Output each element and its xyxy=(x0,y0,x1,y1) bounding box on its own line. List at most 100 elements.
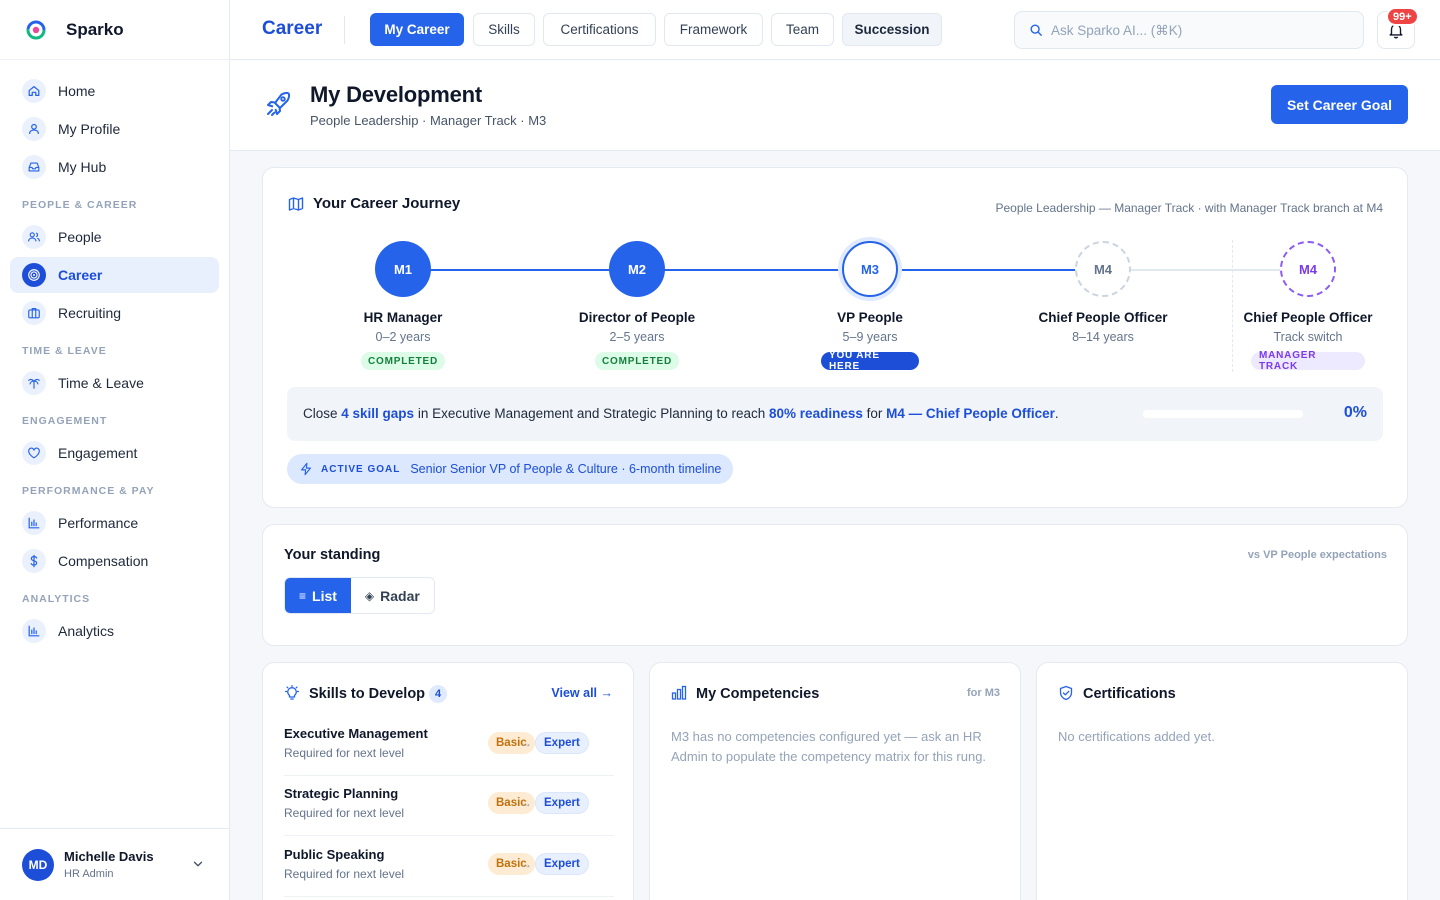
sidebar-item-label: My Profile xyxy=(58,121,121,137)
sidebar-item-recruiting[interactable]: Recruiting xyxy=(10,295,219,331)
arrow-right-icon: → xyxy=(520,796,532,810)
dollar-icon xyxy=(22,549,46,573)
map-icon xyxy=(288,197,304,211)
view-toggle: ≡ List ◈ Radar xyxy=(284,577,435,614)
step-years: 5–9 years xyxy=(842,330,898,344)
skill-name: Strategic Planning xyxy=(284,786,399,801)
competencies-card: My Competencies for M3 M3 has no compete… xyxy=(649,662,1021,900)
sidebar-item-people[interactable]: People xyxy=(10,219,219,255)
sidebar-item-label: Recruiting xyxy=(58,305,122,321)
track-line-completed xyxy=(403,269,1103,271)
skill-row[interactable]: Executive Management Required for next l… xyxy=(284,716,614,776)
track-line-future xyxy=(1103,269,1307,271)
users-icon xyxy=(22,225,46,249)
arrow-right-icon: → xyxy=(520,736,532,750)
step-node-m3[interactable]: M3 xyxy=(842,241,898,297)
set-career-goal-button[interactable]: Set Career Goal xyxy=(1271,85,1408,124)
avatar: MD xyxy=(22,848,54,881)
text: Close xyxy=(303,406,342,421)
skill-row[interactable]: Strategic Planning Required for next lev… xyxy=(284,776,614,836)
inbox-icon xyxy=(22,155,46,179)
journey-title: Your Career Journey xyxy=(313,195,461,212)
briefcase-icon xyxy=(22,301,46,325)
step-node-m4-branch[interactable]: M4 xyxy=(1280,241,1336,297)
shield-check-icon xyxy=(1059,685,1073,701)
tab-certifications[interactable]: Certifications xyxy=(543,13,656,46)
step-node-m2[interactable]: M2 xyxy=(609,241,665,297)
bar-chart-icon xyxy=(671,685,687,700)
search-input[interactable] xyxy=(1051,22,1341,38)
skills-title: Skills to Develop xyxy=(309,686,426,702)
target-level-badge: Expert xyxy=(535,732,589,754)
active-goal-chip[interactable]: Active Goal Senior Senior VP of People &… xyxy=(287,454,734,484)
sidebar-item-compensation[interactable]: Compensation xyxy=(10,543,219,579)
search-icon xyxy=(1030,24,1042,36)
page-title: My Development xyxy=(310,82,483,107)
section-title-performance-pay: Performance & Pay xyxy=(22,485,155,497)
tab-my-career[interactable]: My Career xyxy=(370,13,464,46)
status-badge-completed: Completed xyxy=(361,352,445,370)
user-icon xyxy=(22,117,46,141)
toggle-label: List xyxy=(312,587,337,604)
lightning-icon xyxy=(301,462,311,476)
tab-skills[interactable]: Skills xyxy=(473,13,535,46)
sidebar-item-label: Career xyxy=(58,267,103,283)
lightbulb-icon xyxy=(284,685,300,700)
view-toggle-list[interactable]: ≡ List xyxy=(285,578,351,613)
search-bar[interactable] xyxy=(1014,11,1364,49)
view-all-link[interactable]: View all → xyxy=(551,686,613,700)
tab-team[interactable]: Team xyxy=(771,13,834,46)
heart-icon xyxy=(22,441,46,465)
skill-note: Required for next level xyxy=(284,867,405,881)
active-goal-text: Senior Senior VP of People & Culture · 6… xyxy=(410,462,722,476)
sidebar-item-label: Time & Leave xyxy=(58,375,144,391)
competencies-title: My Competencies xyxy=(696,686,820,702)
step-title: VP People xyxy=(837,310,903,325)
sidebar-item-performance[interactable]: Performance xyxy=(10,505,219,541)
notification-badge: 99+ xyxy=(1386,7,1419,26)
sidebar-nav: Home My Profile My Hub People & Career P… xyxy=(0,60,229,649)
target-icon xyxy=(22,263,46,287)
status-badge-manager-track: Manager Track xyxy=(1251,350,1365,372)
tab-succession[interactable]: Succession xyxy=(842,13,942,46)
view-toggle-radar[interactable]: ◈ Radar xyxy=(350,578,434,613)
list-icon: ≡ xyxy=(299,588,307,603)
competencies-empty-state: M3 has no competencies configured yet — … xyxy=(671,729,987,764)
target-level-badge: Expert xyxy=(535,853,589,875)
sidebar-item-label: Analytics xyxy=(58,623,115,639)
sidebar-item-home[interactable]: Home xyxy=(10,73,219,109)
sidebar: Sparko Home My Profile My Hub People & C… xyxy=(0,0,230,900)
target-level-badge: Expert xyxy=(535,792,589,814)
sidebar-item-career[interactable]: Career xyxy=(10,257,219,293)
readiness-text: Close 4 skill gaps in Executive Manageme… xyxy=(303,406,1059,421)
sidebar-item-analytics[interactable]: Analytics xyxy=(10,613,219,649)
readiness-progress-bar xyxy=(1143,410,1303,418)
certifications-card: Certifications No certifications added y… xyxy=(1036,662,1408,900)
user-info: Michelle Davis HR Admin xyxy=(64,849,154,880)
standing-card: Your standing vs VP People expectations … xyxy=(262,524,1408,646)
sidebar-item-label: Engagement xyxy=(58,445,138,461)
step-years: 8–14 years xyxy=(1072,330,1134,344)
tab-framework[interactable]: Framework xyxy=(664,13,763,46)
sidebar-item-time-leave[interactable]: Time & Leave xyxy=(10,365,219,401)
target-role: M4 — Chief People Officer xyxy=(886,406,1055,421)
user-name: Michelle Davis xyxy=(64,849,154,864)
palm-tree-icon xyxy=(22,371,46,395)
skill-row[interactable]: Public Speaking Required for next level … xyxy=(284,837,614,897)
brand-name: Sparko xyxy=(66,19,124,39)
section-title-analytics: Analytics xyxy=(22,593,91,605)
bar-chart-icon xyxy=(22,511,46,535)
sidebar-item-my-hub[interactable]: My Hub xyxy=(10,149,219,185)
user-menu[interactable]: MD Michelle Davis HR Admin xyxy=(0,828,229,900)
sidebar-item-my-profile[interactable]: My Profile xyxy=(10,111,219,147)
section-title-time-leave: Time & Leave xyxy=(22,345,107,357)
chevron-down-icon[interactable] xyxy=(191,857,205,871)
text: . xyxy=(1054,406,1059,421)
step-node-m1[interactable]: M1 xyxy=(375,241,431,297)
step-node-m4[interactable]: M4 xyxy=(1075,241,1131,297)
sidebar-item-engagement[interactable]: Engagement xyxy=(10,435,219,471)
skills-count-badge: 4 xyxy=(429,685,447,703)
career-journey-card: Your Career Journey People Leadership — … xyxy=(262,167,1408,508)
brand[interactable]: Sparko xyxy=(0,0,229,60)
step-title: Chief People Officer xyxy=(1038,310,1168,325)
